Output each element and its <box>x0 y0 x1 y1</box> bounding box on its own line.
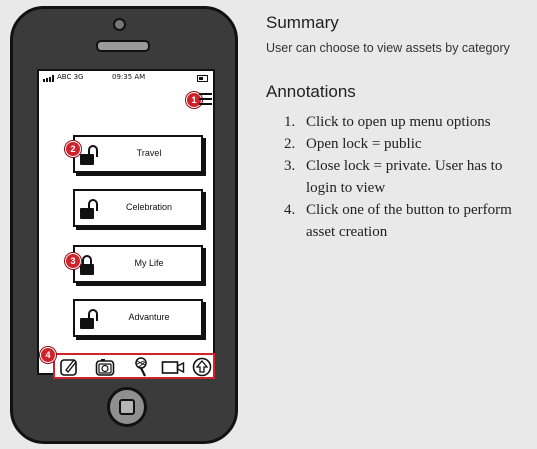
category-button-celebration[interactable]: Celebration <box>73 189 203 227</box>
list-item: 2. Open lock = public <box>284 136 422 152</box>
list-item: 1. Click to open up menu options <box>284 114 491 130</box>
phone-screen: ABC 3G 09:35 AM 1 Travel 2 Celebration M… <box>37 69 215 379</box>
category-label: Travel <box>136 148 162 158</box>
carrier-label: ABC 3G <box>57 73 84 81</box>
signal-icon <box>43 75 55 82</box>
annotations-list: 1. Click to open up menu options 2. Open l… <box>268 111 536 243</box>
asset-creation-toolbar <box>53 353 215 379</box>
list-item: 3. Close lock = private. User has to logi… <box>284 158 503 196</box>
annotation-marker-4: 4 <box>40 347 56 363</box>
category-label: Advanture <box>128 312 170 322</box>
camera-icon[interactable] <box>95 357 115 377</box>
category-label: Celebration <box>125 202 173 212</box>
summary-text: User can choose to view assets by catego… <box>266 41 510 55</box>
summary-heading: Summary <box>266 13 339 32</box>
closed-lock-icon <box>80 255 98 275</box>
category-button-advanture[interactable]: Advanture <box>73 299 203 337</box>
open-lock-icon <box>80 145 98 165</box>
category-button-my-life[interactable]: My Life <box>73 245 203 283</box>
home-button[interactable] <box>107 387 147 427</box>
clock: 09:35 AM <box>112 73 146 81</box>
edit-icon[interactable] <box>59 357 79 377</box>
annotation-marker-2: 2 <box>65 141 81 157</box>
status-bar: ABC 3G 09:35 AM <box>39 71 213 85</box>
microphone-icon[interactable] <box>131 357 151 377</box>
video-icon[interactable] <box>161 357 185 377</box>
category-label: My Life <box>134 258 164 268</box>
front-camera <box>113 18 126 31</box>
open-lock-icon <box>80 199 98 219</box>
upload-icon[interactable] <box>192 357 212 377</box>
phone-mockup: ABC 3G 09:35 AM 1 Travel 2 Celebration M… <box>10 6 238 444</box>
open-lock-icon <box>80 309 98 329</box>
menu-button[interactable] <box>199 93 212 105</box>
battery-icon <box>197 75 208 82</box>
annotation-marker-3: 3 <box>65 253 81 269</box>
list-item: 4. Click one of the button to perform ass… <box>284 202 512 240</box>
annotations-heading: Annotations <box>266 82 356 101</box>
category-button-travel[interactable]: Travel <box>73 135 203 173</box>
speaker-grille <box>96 40 150 52</box>
